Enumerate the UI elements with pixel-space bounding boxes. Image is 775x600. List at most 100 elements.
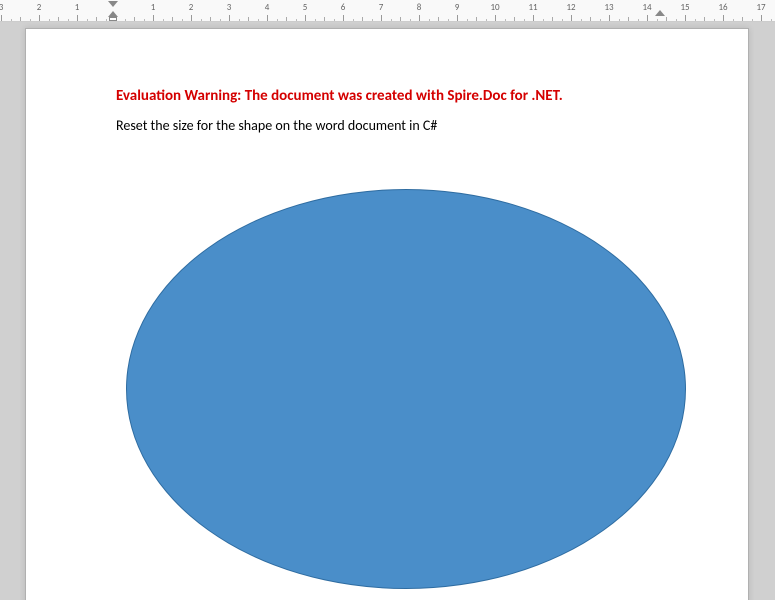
ruler-tick — [144, 19, 145, 21]
ruler-number: 2 — [189, 2, 194, 13]
ellipse-shape[interactable] — [126, 189, 686, 589]
ruler-tick — [372, 19, 373, 21]
ruler-tick — [267, 15, 268, 21]
ruler-tick — [448, 19, 449, 21]
ruler-tick — [277, 19, 278, 21]
ruler-tick — [30, 19, 31, 21]
right-indent-icon — [655, 10, 665, 16]
ruler-tick — [733, 19, 734, 21]
ruler-number: 13 — [604, 2, 613, 13]
ruler-tick — [723, 15, 724, 21]
ruler-tick — [695, 19, 696, 21]
ruler-tick — [258, 19, 259, 21]
ruler-tick — [87, 19, 88, 21]
ruler-tick — [761, 15, 762, 21]
ruler-number: 1 — [151, 2, 156, 13]
ruler-tick — [552, 17, 553, 21]
ruler-tick — [343, 15, 344, 21]
ruler-number: 2 — [37, 2, 42, 13]
ruler-number: 7 — [379, 2, 384, 13]
horizontal-ruler[interactable]: 321123456789101112131415161718 — [0, 0, 775, 22]
ruler-tick — [666, 17, 667, 21]
ruler-tick — [657, 19, 658, 21]
ruler-tick — [163, 19, 164, 21]
ruler-tick — [125, 19, 126, 21]
ruler-tick — [647, 15, 648, 21]
ruler-tick — [514, 17, 515, 21]
first-line-indent-icon — [108, 1, 118, 7]
ruler-number: 4 — [265, 2, 270, 13]
ruler-tick — [533, 15, 534, 21]
ruler-tick — [182, 19, 183, 21]
page[interactable]: Evaluation Warning: The document was cre… — [25, 28, 749, 600]
ruler-tick — [362, 17, 363, 21]
ruler-number: 6 — [341, 2, 346, 13]
ruler-tick — [476, 17, 477, 21]
ruler-number: 8 — [417, 2, 422, 13]
evaluation-warning: Evaluation Warning: The document was cre… — [116, 87, 678, 105]
ruler-tick — [590, 17, 591, 21]
ruler-tick — [467, 19, 468, 21]
ruler-tick — [96, 17, 97, 21]
ruler-number: 16 — [718, 2, 727, 13]
ruler-tick — [685, 15, 686, 21]
ruler-tick — [58, 17, 59, 21]
ruler-tick — [438, 17, 439, 21]
ruler-tick — [581, 19, 582, 21]
ruler-number: 12 — [566, 2, 575, 13]
ruler-tick — [505, 19, 506, 21]
ruler-tick — [752, 19, 753, 21]
ruler-tick — [543, 19, 544, 21]
ruler-tick — [400, 17, 401, 21]
ruler-tick — [1, 15, 2, 21]
ruler-tick — [429, 19, 430, 21]
ruler-tick — [771, 19, 772, 21]
ruler-tick — [201, 19, 202, 21]
ruler-tick — [49, 19, 50, 21]
ruler-tick — [153, 15, 154, 21]
ruler-number: 3 — [0, 2, 3, 13]
ruler-tick — [296, 19, 297, 21]
right-indent-marker[interactable] — [655, 10, 665, 16]
ruler-tick — [571, 15, 572, 21]
ruler-tick — [229, 15, 230, 21]
ruler-tick — [704, 17, 705, 21]
ruler-tick — [562, 19, 563, 21]
ruler-tick — [638, 19, 639, 21]
ruler-tick — [220, 19, 221, 21]
document-canvas[interactable]: Evaluation Warning: The document was cre… — [0, 22, 775, 600]
ruler-number: 9 — [455, 2, 460, 13]
ruler-tick — [353, 19, 354, 21]
ruler-tick — [11, 19, 12, 21]
ruler-tick — [628, 17, 629, 21]
ruler-tick — [77, 15, 78, 21]
ruler-tick — [286, 17, 287, 21]
ruler-tick — [600, 19, 601, 21]
ruler-tick — [239, 19, 240, 21]
ruler-tick — [486, 19, 487, 21]
ruler-tick — [334, 19, 335, 21]
paragraph-text[interactable]: Reset the size for the shape on the word… — [116, 117, 678, 134]
ruler-number: 14 — [642, 2, 651, 13]
left-indent-box-icon — [109, 17, 117, 21]
ruler-number: 5 — [303, 2, 308, 13]
ruler-tick — [495, 15, 496, 21]
ruler-tick — [324, 17, 325, 21]
ruler-tick — [68, 19, 69, 21]
ruler-tick — [410, 19, 411, 21]
ruler-tick — [134, 17, 135, 21]
ruler-number: 10 — [490, 2, 499, 13]
ruler-tick — [524, 19, 525, 21]
ruler-tick — [419, 15, 420, 21]
ruler-tick — [457, 15, 458, 21]
ruler-tick — [619, 19, 620, 21]
page-content: Evaluation Warning: The document was cre… — [26, 29, 748, 134]
ruler-number: 1 — [75, 2, 80, 13]
ruler-tick — [391, 19, 392, 21]
ruler-tick — [381, 15, 382, 21]
ruler-tick — [210, 17, 211, 21]
ruler-tick — [191, 15, 192, 21]
ruler-tick — [106, 19, 107, 21]
ruler-tick — [742, 17, 743, 21]
ruler-tick — [315, 19, 316, 21]
